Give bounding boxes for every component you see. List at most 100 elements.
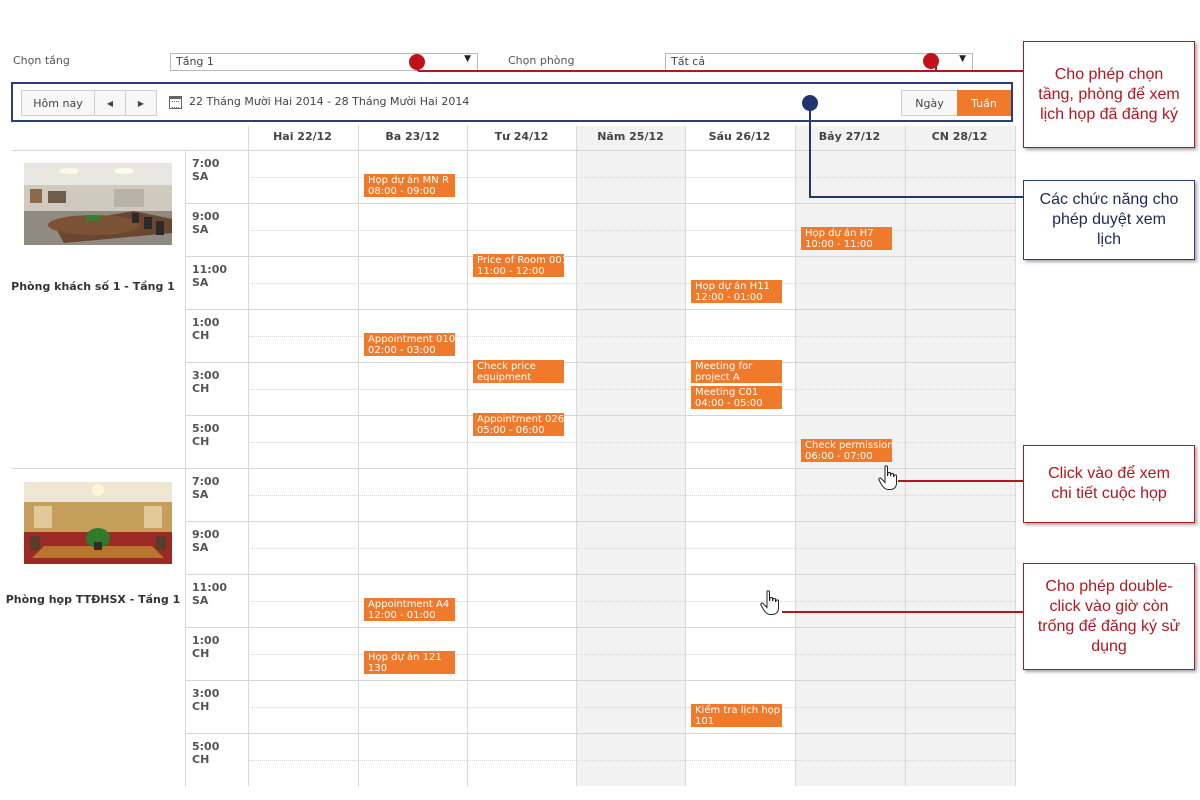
time-label: 3:00 CH xyxy=(192,369,220,395)
time-slot-line xyxy=(185,203,1015,204)
time-label: 9:00 SA xyxy=(192,528,220,554)
day-column[interactable] xyxy=(467,126,576,786)
hand-cursor-icon xyxy=(878,465,900,491)
time-slot-line xyxy=(248,442,1015,443)
calendar-event[interactable]: Appointment A4 12:00 - 01:00 xyxy=(364,598,455,621)
day-header: Tư 24/12 xyxy=(494,130,549,143)
event-time: 08:00 - 09:00 xyxy=(368,186,436,197)
event-time: 130 xyxy=(368,663,388,674)
annotation-select-floor-room: Cho phép chọn tầng, phòng để xem lịch họ… xyxy=(1023,41,1195,148)
event-title: Appointment 010 xyxy=(368,334,455,345)
event-time: 11:00 - 12:00 xyxy=(477,266,545,277)
time-label: 5:00 CH xyxy=(192,740,220,766)
event-title: Họp dự án 121 xyxy=(368,652,442,663)
calendar-event[interactable]: Check permission 06:00 - 07:00 xyxy=(801,439,892,462)
annotation-pin xyxy=(409,54,425,70)
event-title: Meeting C01 xyxy=(695,387,759,398)
calendar-event[interactable]: Check price equipment xyxy=(473,360,564,383)
time-label: 11:00 SA xyxy=(192,581,228,607)
room-separator xyxy=(12,150,1015,151)
event-time: 12:00 - 01:00 xyxy=(368,610,436,621)
chevron-down-icon: ▼ xyxy=(959,54,966,64)
day-column[interactable] xyxy=(576,126,685,786)
time-slot-line xyxy=(185,521,1015,522)
time-slot-line xyxy=(185,627,1015,628)
annotation-browse-functions: Các chức năng cho phép duyệt xem lịch xyxy=(1023,180,1195,260)
time-label: 1:00 CH xyxy=(192,316,220,342)
time-label: 3:00 CH xyxy=(192,687,220,713)
week-view-button[interactable]: Tuần xyxy=(957,90,1011,116)
chevron-right-icon: ▶ xyxy=(137,98,145,108)
day-view-button[interactable]: Ngày xyxy=(901,90,958,116)
event-time: 10:00 - 11:00 xyxy=(805,239,873,250)
event-time: 101 xyxy=(695,716,715,727)
event-title: Họp dự án H7 xyxy=(805,228,874,239)
day-header: Hai 22/12 xyxy=(273,130,332,143)
time-label: 1:00 CH xyxy=(192,634,220,660)
annotation-connector xyxy=(782,611,1024,613)
annotation-connector xyxy=(809,104,811,197)
event-time: equipment xyxy=(477,372,532,383)
event-title: Price of Room 001 xyxy=(477,255,564,266)
next-week-button[interactable]: ▶ xyxy=(125,90,157,116)
event-time: 02:00 - 03:00 xyxy=(368,345,436,356)
time-label: 5:00 CH xyxy=(192,422,220,448)
annotation-double-click-register: Cho phép double-click vào giờ còn trống … xyxy=(1023,563,1195,670)
time-slot-line xyxy=(248,230,1015,231)
calendar-event[interactable]: Appointment 026 05:00 - 06:00 xyxy=(473,413,564,436)
event-time: 05:00 - 06:00 xyxy=(477,425,545,436)
day-column[interactable] xyxy=(685,126,795,786)
day-header: CN 28/12 xyxy=(931,130,988,143)
event-title: Họp dự án H11 xyxy=(695,281,770,292)
calendar-event[interactable]: Meeting for project A xyxy=(691,360,782,383)
time-label: 7:00 SA xyxy=(192,157,220,183)
time-slot-line xyxy=(185,415,1015,416)
day-header: Bảy 27/12 xyxy=(818,130,881,143)
event-title: Appointment A4 xyxy=(368,599,450,610)
time-slot-line xyxy=(248,283,1015,284)
room-separator xyxy=(12,468,1015,469)
prev-week-button[interactable]: ◀ xyxy=(94,90,126,116)
date-range: 22 Tháng Mười Hai 2014 - 28 Tháng Mười H… xyxy=(189,95,470,108)
time-slot-line xyxy=(248,389,1015,390)
event-title: Check price xyxy=(477,361,536,372)
chevron-left-icon: ◀ xyxy=(106,98,114,108)
event-title: Check permission xyxy=(805,440,892,451)
calendar-event[interactable]: Họp dự án H11 12:00 - 01:00 xyxy=(691,280,782,303)
room-name: Phòng khách số 1 - Tầng 1 xyxy=(11,280,175,293)
time-label: 9:00 SA xyxy=(192,210,220,236)
room-photo-meeting-room xyxy=(24,163,172,245)
day-column[interactable] xyxy=(905,126,1015,786)
event-time: project A xyxy=(695,372,740,383)
annotation-click-detail: Click vào để xem chi tiết cuộc họp xyxy=(1023,445,1195,523)
event-title: Appointment 026 xyxy=(477,414,564,425)
floor-select-value: Tầng 1 xyxy=(176,55,214,68)
time-slot-line xyxy=(185,733,1015,734)
event-time: 04:00 - 05:00 xyxy=(695,398,763,409)
time-label: 11:00 SA xyxy=(192,263,228,289)
room-select-value: Tất cả xyxy=(671,55,706,68)
calendar-event[interactable]: Price of Room 001 11:00 - 12:00 xyxy=(473,254,564,277)
annotation-connector xyxy=(809,196,1023,198)
today-button[interactable]: Hôm nay xyxy=(21,90,95,116)
time-slot-line xyxy=(248,760,1015,761)
floor-select[interactable]: Tầng 1 ▼ xyxy=(170,53,478,71)
day-column[interactable] xyxy=(248,126,358,786)
event-title: Kiểm tra lịch họp xyxy=(695,705,781,716)
calendar-event[interactable]: Kiểm tra lịch họp 101 xyxy=(691,704,782,727)
room-photo-conference-room xyxy=(24,482,172,564)
calendar-event[interactable]: Họp dự án MN R 08:00 - 09:00 xyxy=(364,174,455,197)
day-column[interactable] xyxy=(358,126,467,786)
event-title: Meeting for xyxy=(695,361,753,372)
time-label: 7:00 SA xyxy=(192,475,220,501)
calendar-event[interactable]: Meeting C01 04:00 - 05:00 xyxy=(691,386,782,409)
calendar-event[interactable]: Họp dự án H7 10:00 - 11:00 xyxy=(801,227,892,250)
day-header: Năm 25/12 xyxy=(597,130,664,143)
calendar-event[interactable]: Appointment 010 02:00 - 03:00 xyxy=(364,333,455,356)
day-header: Ba 23/12 xyxy=(385,130,440,143)
calendar-event[interactable]: Họp dự án 121 130 xyxy=(364,651,455,674)
calendar-icon[interactable] xyxy=(169,96,182,109)
time-slot-line xyxy=(185,256,1015,257)
time-slot-line xyxy=(248,707,1015,708)
chevron-down-icon: ▼ xyxy=(464,54,471,64)
